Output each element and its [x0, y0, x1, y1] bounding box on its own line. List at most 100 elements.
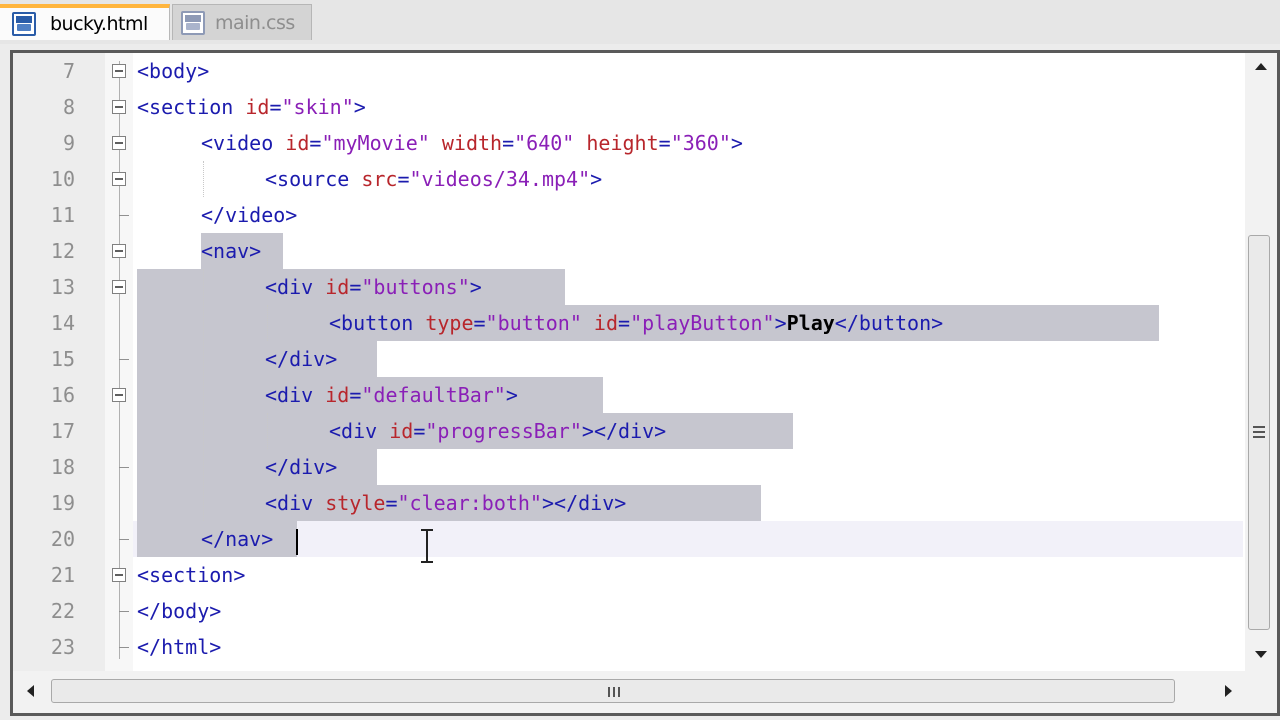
grip-icon	[608, 687, 620, 697]
code-line[interactable]: <video id="myMovie" width="640" height="…	[201, 125, 743, 161]
code-line[interactable]: <source src="videos/34.mp4">	[265, 161, 602, 197]
indent-guide	[203, 161, 204, 197]
line-number: 15	[50, 347, 75, 371]
line-number: 17	[50, 419, 75, 443]
fold-toggle-icon[interactable]	[112, 100, 126, 114]
fold-end-icon	[119, 359, 129, 360]
code-token: "playButton"	[630, 311, 775, 335]
scroll-up-arrow-icon[interactable]	[1255, 63, 1267, 70]
code-token: id	[325, 275, 350, 299]
code-token: id	[325, 383, 350, 407]
line-number: 21	[50, 563, 75, 587]
code-token: <button	[329, 311, 426, 335]
code-token: ></div>	[541, 491, 627, 515]
code-line[interactable]: <div id="progressBar"></div>	[329, 413, 666, 449]
code-editor[interactable]: 7 <body> 8 <section id="skin"> 9 <video id="m…	[10, 50, 1280, 716]
selection	[137, 341, 377, 377]
line-number: 20	[50, 527, 75, 551]
code-token: "button"	[485, 311, 582, 335]
line-number: 9	[62, 131, 75, 155]
code-token: <div	[265, 383, 326, 407]
code-line[interactable]: <button type="button" id="playButton">Pl…	[329, 305, 943, 341]
fold-end-icon	[119, 611, 129, 612]
line-number: 19	[50, 491, 75, 515]
code-token: =	[269, 95, 282, 119]
fold-toggle-icon[interactable]	[112, 244, 126, 258]
code-token: "buttons"	[361, 275, 470, 299]
code-token: id	[245, 95, 270, 119]
fold-toggle-icon[interactable]	[112, 136, 126, 150]
horizontal-scroll-thumb[interactable]	[51, 679, 1175, 703]
code-token: "myMovie"	[321, 131, 430, 155]
code-token: </nav>	[201, 527, 274, 551]
current-line-highlight	[133, 521, 1243, 557]
code-token: =	[473, 311, 486, 335]
vertical-scroll-thumb[interactable]	[1248, 235, 1270, 630]
code-token: id	[285, 131, 310, 155]
code-token: >	[730, 131, 743, 155]
fold-end-icon	[119, 215, 129, 216]
code-token: </html>	[137, 635, 222, 659]
text-caret	[296, 529, 298, 555]
code-token: width	[441, 131, 503, 155]
fold-toggle-icon[interactable]	[112, 280, 126, 294]
tab-main-css[interactable]: main.css	[172, 4, 312, 40]
grip-icon	[1253, 426, 1265, 441]
code-line[interactable]: </div>	[265, 449, 337, 485]
code-line[interactable]: </html>	[137, 629, 221, 665]
code-token: =	[502, 131, 515, 155]
code-token: height	[586, 131, 659, 155]
scroll-left-arrow-icon[interactable]	[27, 685, 34, 697]
code-line[interactable]: <div id="defaultBar">	[265, 377, 518, 413]
fold-toggle-icon[interactable]	[112, 64, 126, 78]
code-line[interactable]: <section id="skin">	[137, 89, 366, 125]
line-number: 13	[50, 275, 75, 299]
code-token: =	[618, 311, 631, 335]
code-token: >	[590, 167, 603, 191]
code-token: </video>	[201, 203, 298, 227]
code-token: =	[397, 167, 410, 191]
code-token: =	[658, 131, 671, 155]
tab-bar: bucky.html main.css	[0, 0, 1280, 44]
line-number: 12	[50, 239, 75, 263]
code-token: =	[309, 131, 322, 155]
line-number: 7	[62, 59, 75, 83]
code-token: </body>	[137, 599, 222, 623]
code-line[interactable]: </div>	[265, 341, 337, 377]
mouse-ibeam-cursor-icon	[421, 529, 433, 563]
code-line[interactable]: <body>	[137, 53, 209, 89]
code-token: "progressBar"	[425, 419, 582, 443]
selection	[137, 449, 377, 485]
code-token: <video	[201, 131, 286, 155]
code-token: <section>	[137, 563, 246, 587]
code-line[interactable]: <div id="buttons">	[265, 269, 482, 305]
tab-bucky-html[interactable]: bucky.html	[0, 4, 170, 40]
code-token: Play	[786, 311, 835, 335]
code-line[interactable]: <section>	[137, 557, 245, 593]
code-line[interactable]: </body>	[137, 593, 221, 629]
code-token: <div	[265, 491, 326, 515]
vertical-scrollbar[interactable]	[1245, 53, 1277, 671]
scroll-right-arrow-icon[interactable]	[1225, 685, 1232, 697]
code-token: <div	[265, 275, 326, 299]
code-token: <body>	[137, 59, 210, 83]
code-line[interactable]: <div style="clear:both"></div>	[265, 485, 626, 521]
code-line[interactable]: </video>	[201, 197, 297, 233]
code-token: >	[353, 95, 366, 119]
file-icon	[12, 12, 36, 36]
code-token: "videos/34.mp4"	[409, 167, 591, 191]
code-line[interactable]: </nav>	[201, 521, 273, 557]
fold-toggle-icon[interactable]	[112, 172, 126, 186]
fold-toggle-icon[interactable]	[112, 388, 126, 402]
horizontal-scrollbar[interactable]	[13, 671, 1277, 713]
fold-toggle-icon[interactable]	[112, 568, 126, 582]
code-token: =	[385, 491, 398, 515]
code-line[interactable]: <nav>	[201, 233, 261, 269]
scroll-down-arrow-icon[interactable]	[1255, 651, 1267, 658]
tab-label: bucky.html	[50, 13, 148, 35]
code-token: "360"	[670, 131, 731, 155]
code-token: ></div>	[581, 419, 667, 443]
